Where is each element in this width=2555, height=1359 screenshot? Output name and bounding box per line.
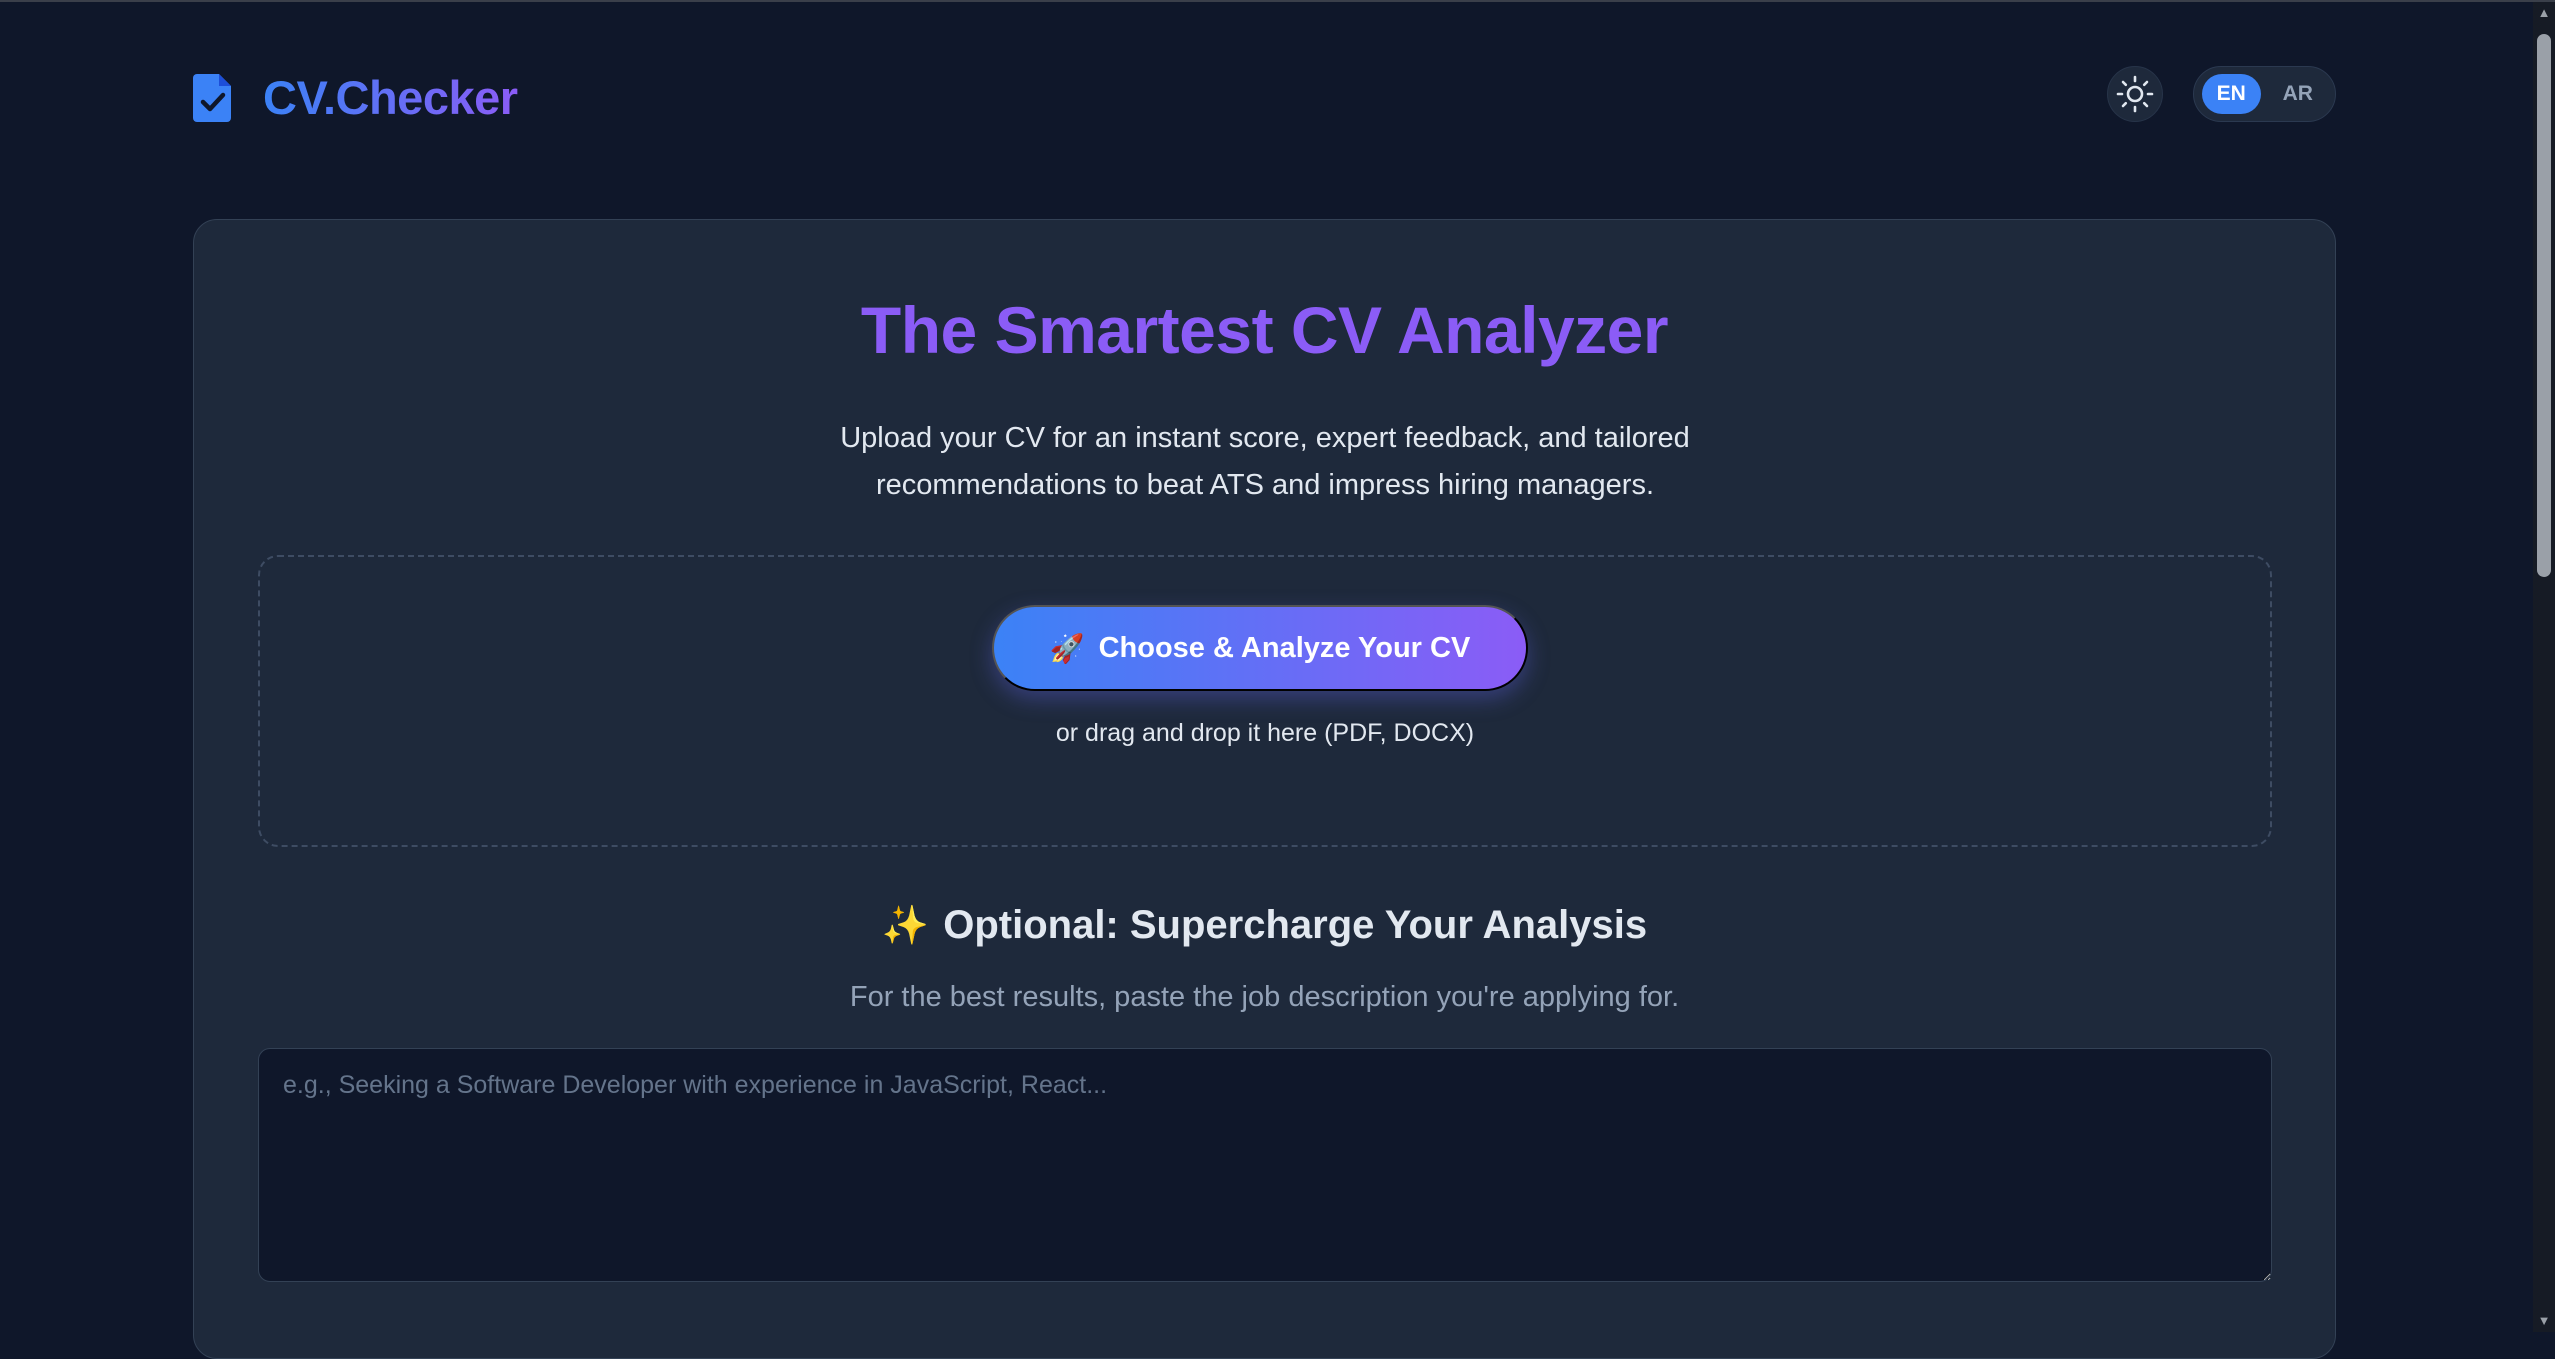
cv-dropzone[interactable]: 🚀 Choose & Analyze Your CV or drag and d… bbox=[258, 555, 2272, 847]
hero-subtitle: Upload your CV for an instant score, exp… bbox=[840, 422, 1690, 501]
scroll-down-arrow-icon[interactable]: ▼ bbox=[2533, 1310, 2555, 1332]
sparkles-icon: ✨ bbox=[881, 904, 930, 947]
choose-analyze-cv-label: Choose & Analyze Your CV bbox=[1098, 631, 1471, 664]
sun-icon bbox=[2116, 75, 2154, 113]
lang-option-ar[interactable]: AR bbox=[2269, 74, 2328, 114]
brand-name: CV.Checker bbox=[263, 71, 518, 124]
scrollbar-thumb[interactable] bbox=[2537, 34, 2551, 577]
brand-logo[interactable]: CV.Checker bbox=[193, 70, 518, 125]
language-switcher: EN AR bbox=[2193, 66, 2336, 122]
analyzer-card: The Smartest CV Analyzer Upload your CV … bbox=[193, 219, 2336, 1359]
rocket-icon: 🚀 bbox=[1049, 632, 1085, 664]
file-check-icon bbox=[193, 73, 231, 122]
hero-title: The Smartest CV Analyzer bbox=[860, 293, 1669, 367]
job-description-input[interactable] bbox=[258, 1048, 2272, 1282]
optional-title-text: Optional: Supercharge Your Analysis bbox=[943, 903, 1648, 947]
optional-section-title: ✨ Optional: Supercharge Your Analysis bbox=[194, 903, 2335, 948]
site-header: CV.Checker EN AR bbox=[193, 62, 2336, 128]
page-scrollbar[interactable]: ▲ ▼ bbox=[2533, 2, 2555, 1332]
drop-hint: or drag and drop it here (PDF, DOCX) bbox=[1055, 719, 1475, 747]
optional-section-subtitle: For the best results, paste the job desc… bbox=[849, 981, 1680, 1013]
lang-option-en[interactable]: EN bbox=[2202, 74, 2261, 114]
choose-analyze-cv-button[interactable]: 🚀 Choose & Analyze Your CV bbox=[992, 605, 1528, 691]
scroll-up-arrow-icon[interactable]: ▲ bbox=[2533, 2, 2555, 24]
window-top-border bbox=[0, 0, 2555, 2]
theme-toggle-button[interactable] bbox=[2107, 66, 2163, 122]
